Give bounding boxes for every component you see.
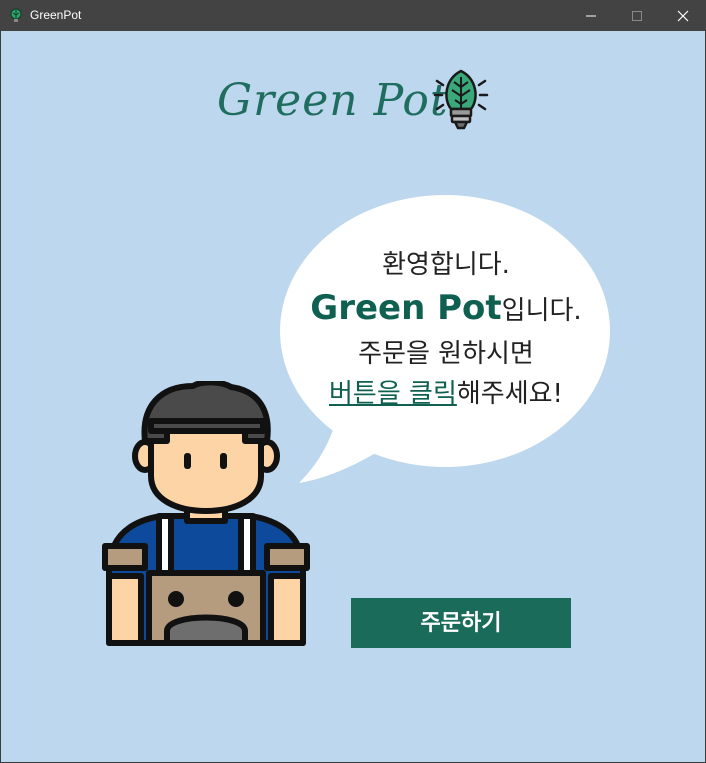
brand-line: Green Pot입니다. <box>281 285 611 334</box>
brand-name: Green Pot <box>310 288 502 328</box>
main-content: Green Pot 환영합니다. Green Pot입니다. 주문을 원하시면 … <box>1 31 705 762</box>
greeting-line: 환영합니다. <box>382 250 510 280</box>
minimize-icon <box>586 15 596 17</box>
order-button[interactable]: 주문하기 <box>351 598 571 648</box>
close-icon <box>677 10 689 22</box>
click-highlight: 버튼을 클릭 <box>329 379 457 409</box>
app-leaf-icon <box>10 8 22 22</box>
maximize-icon <box>632 11 642 21</box>
window-title: GreenPot <box>30 8 82 22</box>
shopkeeper-illustration <box>102 381 310 646</box>
minimize-button[interactable] <box>568 0 614 31</box>
click-line-suffix: 해주세요! <box>456 379 563 409</box>
window-titlebar[interactable]: GreenPot <box>0 0 706 31</box>
brand-line-suffix: 입니다. <box>501 296 582 326</box>
instruction-line: 주문을 원하시면 <box>358 339 534 369</box>
click-line: 버튼을 클릭해주세요! <box>281 374 611 414</box>
maximize-button[interactable] <box>614 0 660 31</box>
close-button[interactable] <box>660 0 706 31</box>
speech-text: 환영합니다. Green Pot입니다. 주문을 원하시면 버튼을 클릭해주세요… <box>281 245 611 414</box>
